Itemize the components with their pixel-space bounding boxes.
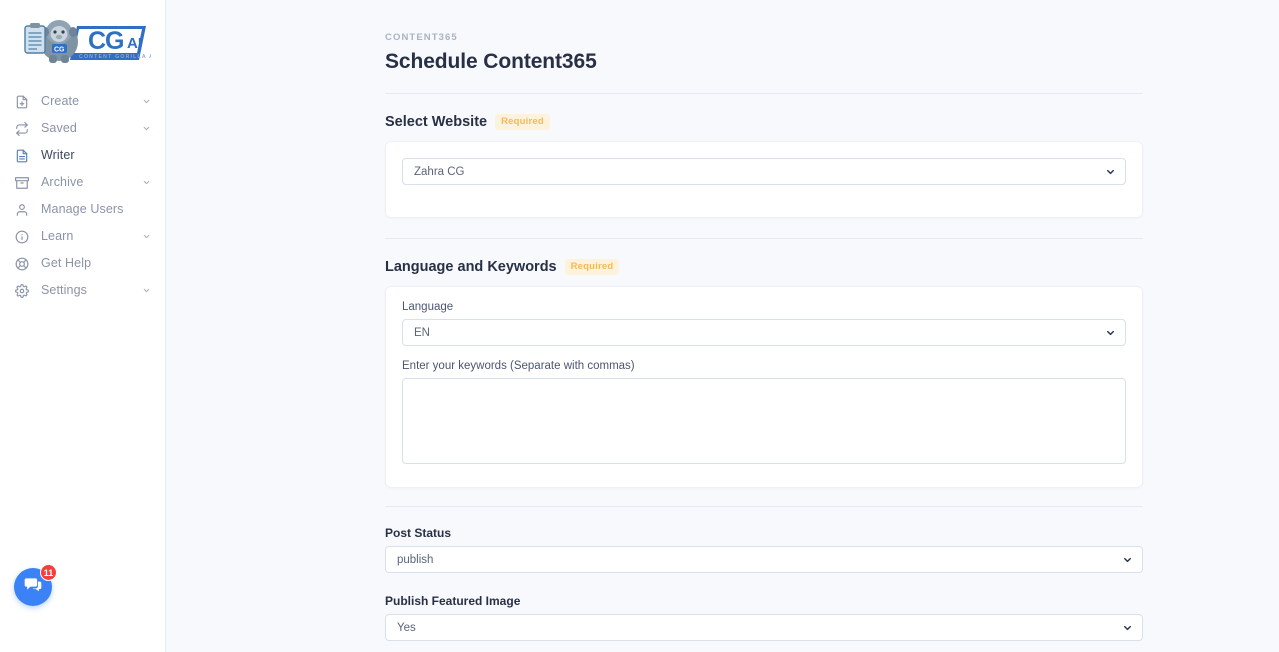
svg-text:CG: CG <box>88 27 124 55</box>
website-select-value: Zahra CG <box>414 165 465 178</box>
section-title: Select Website <box>385 114 488 130</box>
post-status-label: Post Status <box>385 526 452 540</box>
user-icon <box>14 202 30 218</box>
chevron-down-icon <box>141 286 151 296</box>
sidebar-item-manage-users[interactable]: Manage Users <box>0 196 165 223</box>
brand-logo[interactable]: CG AI CONTENT GORILLA AI CG <box>0 0 165 76</box>
chevron-down-icon <box>141 97 151 107</box>
chevron-down-icon <box>1105 327 1116 338</box>
chevron-down-icon <box>1105 166 1116 177</box>
sidebar-item-label: Get Help <box>41 256 92 271</box>
select-website-card: Zahra CG <box>385 141 1143 218</box>
featured-image-group: Publish Featured Image Yes <box>385 594 1143 641</box>
featured-image-label: Publish Featured Image <box>385 594 521 608</box>
file-plus-icon <box>14 94 30 110</box>
svg-text:CG: CG <box>54 47 65 54</box>
breadcrumb: CONTENT365 <box>385 32 458 43</box>
info-circle-icon <box>14 229 30 245</box>
svg-text:AI: AI <box>127 35 142 52</box>
keywords-label: Enter your keywords (Separate with comma… <box>402 360 635 372</box>
language-label: Language <box>402 301 454 313</box>
keywords-field-group: Enter your keywords (Separate with comma… <box>402 360 1126 469</box>
sidebar-item-archive[interactable]: Archive <box>0 169 165 196</box>
lifebuoy-icon <box>14 256 30 272</box>
archive-box-icon <box>14 175 30 191</box>
svg-text:CONTENT GORILLA AI: CONTENT GORILLA AI <box>79 54 151 60</box>
required-badge: Required <box>495 114 550 130</box>
required-badge: Required <box>564 259 620 275</box>
website-select[interactable]: Zahra CG <box>402 158 1126 185</box>
sidebar-item-label: Create <box>41 94 80 109</box>
sidebar-item-writer[interactable]: Writer <box>0 142 165 169</box>
page-container: CONTENT365 Schedule Content365 Select We… <box>385 0 1143 652</box>
chat-unread-badge: 11 <box>40 564 57 581</box>
featured-image-select[interactable]: Yes <box>385 614 1143 641</box>
sync-arrows-icon <box>14 121 30 137</box>
sidebar-item-get-help[interactable]: Get Help <box>0 250 165 277</box>
gear-icon <box>14 283 30 299</box>
section-title: Language and Keywords <box>385 259 557 275</box>
sidebar: CG AI CONTENT GORILLA AI CG Create Saved… <box>0 0 166 652</box>
chat-support-button[interactable]: 11 <box>14 564 57 606</box>
select-website-heading: Select Website Required <box>385 94 1143 141</box>
sidebar-item-label: Saved <box>41 121 77 136</box>
chat-bubbles-icon <box>23 575 43 600</box>
sidebar-item-learn[interactable]: Learn <box>0 223 165 250</box>
sidebar-nav: Create Saved Writer Archive Manage Users… <box>0 76 165 304</box>
main-content: CONTENT365 Schedule Content365 Select We… <box>166 0 1279 652</box>
chevron-down-icon <box>141 124 151 134</box>
content-gorilla-ai-logo-icon: CG AI CONTENT GORILLA AI CG <box>23 20 151 63</box>
post-status-group: Post Status publish <box>385 526 1143 573</box>
post-status-select[interactable]: publish <box>385 546 1143 573</box>
post-status-value: publish <box>397 553 434 566</box>
chevron-down-icon <box>1122 554 1133 565</box>
language-keywords-heading: Language and Keywords Required <box>385 239 1143 286</box>
language-select[interactable]: EN <box>402 319 1126 346</box>
chevron-down-icon <box>141 232 151 242</box>
sidebar-item-label: Learn <box>41 229 74 244</box>
categories-heading-row: Categories Required + Add New Category <box>385 641 1143 652</box>
language-select-value: EN <box>414 326 430 339</box>
sidebar-item-label: Writer <box>41 148 75 163</box>
chevron-down-icon <box>141 178 151 188</box>
document-icon <box>14 148 30 164</box>
keywords-input[interactable] <box>402 378 1126 464</box>
app-root: CG AI CONTENT GORILLA AI CG Create Saved… <box>0 0 1279 652</box>
section-divider-2 <box>385 506 1143 507</box>
sidebar-item-create[interactable]: Create <box>0 88 165 115</box>
language-keywords-card: Language EN Enter your keywords (Separat… <box>385 286 1143 488</box>
sidebar-item-settings[interactable]: Settings <box>0 277 165 304</box>
sidebar-item-label: Manage Users <box>41 202 124 217</box>
page-title: Schedule Content365 <box>385 50 597 73</box>
featured-image-value: Yes <box>397 621 416 634</box>
chevron-down-icon <box>1122 622 1133 633</box>
sidebar-item-label: Archive <box>41 175 84 190</box>
sidebar-item-saved[interactable]: Saved <box>0 115 165 142</box>
sidebar-item-label: Settings <box>41 283 87 298</box>
